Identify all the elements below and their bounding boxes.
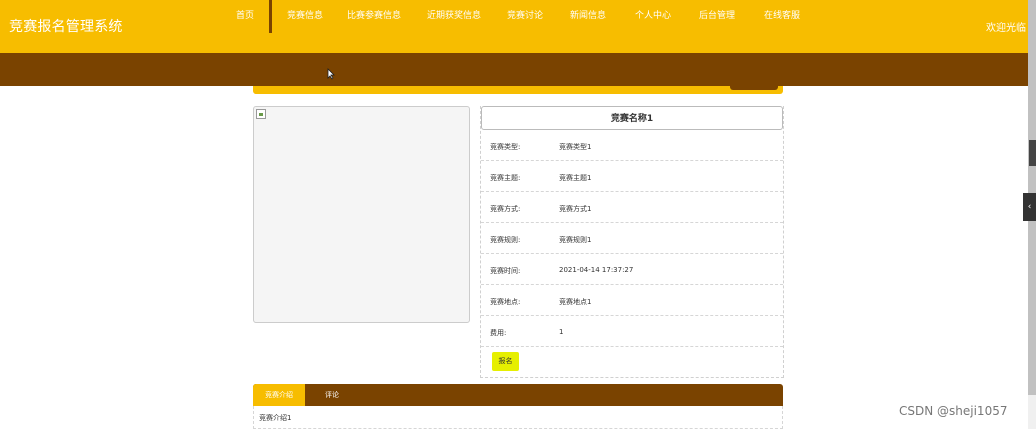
- nav-item-home[interactable]: 首页: [229, 0, 261, 33]
- competition-title: 竞赛名称1: [481, 106, 783, 130]
- signup-button[interactable]: 报名: [492, 352, 519, 371]
- tab-comments[interactable]: 评论: [312, 384, 352, 406]
- detail-label: 竞赛地点:: [490, 298, 521, 306]
- detail-row-location: 竞赛地点: 竞赛地点1: [481, 285, 783, 316]
- introduction-text: 竞赛介绍1: [259, 414, 292, 422]
- detail-row-type: 竞赛类型: 竞赛类型1: [481, 130, 783, 161]
- detail-value: 竞赛地点1: [559, 298, 592, 306]
- nav-item-discussion[interactable]: 竞赛讨论: [507, 0, 543, 33]
- nav-item-admin[interactable]: 后台管理: [699, 0, 735, 33]
- watermark: CSDN @sheji1057: [899, 404, 1008, 418]
- detail-value: 竞赛方式1: [559, 205, 592, 213]
- detail-label: 竞赛类型:: [490, 143, 521, 151]
- detail-value: 竞赛规则1: [559, 236, 592, 244]
- mouse-cursor-icon: [327, 68, 335, 80]
- detail-label: 竞赛时间:: [490, 267, 521, 275]
- detail-label: 费用:: [490, 329, 507, 337]
- detail-row-fee: 费用: 1: [481, 316, 783, 347]
- nav-item-competition-info[interactable]: 竞赛信息: [269, 0, 333, 33]
- nav-item-customer-service[interactable]: 在线客服: [764, 0, 800, 33]
- broken-image-icon: [256, 109, 266, 119]
- nav-item-awards[interactable]: 近期获奖信息: [427, 0, 481, 33]
- detail-row-method: 竞赛方式: 竞赛方式1: [481, 192, 783, 223]
- banner-strip: [253, 86, 783, 94]
- nav-item-news[interactable]: 新闻信息: [570, 0, 606, 33]
- welcome-text: 欢迎光临: [986, 23, 1026, 34]
- site-title: 竞赛报名管理系统: [9, 19, 123, 35]
- nav-item-personal-center[interactable]: 个人中心: [635, 0, 671, 33]
- banner-strip-button[interactable]: [730, 86, 778, 90]
- nav-item-entry-info[interactable]: 比赛参赛信息: [347, 0, 401, 33]
- detail-value: 竞赛主题1: [559, 174, 592, 182]
- detail-row-theme: 竞赛主题: 竞赛主题1: [481, 161, 783, 192]
- main-nav: [0, 53, 1028, 86]
- tab-introduction[interactable]: 竞赛介绍: [253, 384, 305, 406]
- detail-value: 竞赛类型1: [559, 143, 592, 151]
- detail-label: 竞赛主题:: [490, 174, 521, 182]
- detail-row-rules: 竞赛规则: 竞赛规则1: [481, 223, 783, 254]
- detail-row-time: 竞赛时间: 2021-04-14 17:37:27: [481, 254, 783, 285]
- chevron-left-icon[interactable]: ‹: [1023, 193, 1036, 221]
- detail-value: 1: [559, 328, 564, 336]
- tab-content: [253, 406, 783, 429]
- detail-label: 竞赛规则:: [490, 236, 521, 244]
- side-float-tab[interactable]: [1029, 140, 1036, 166]
- competition-image: [253, 106, 470, 323]
- detail-label: 竞赛方式:: [490, 205, 521, 213]
- detail-value: 2021-04-14 17:37:27: [559, 266, 634, 274]
